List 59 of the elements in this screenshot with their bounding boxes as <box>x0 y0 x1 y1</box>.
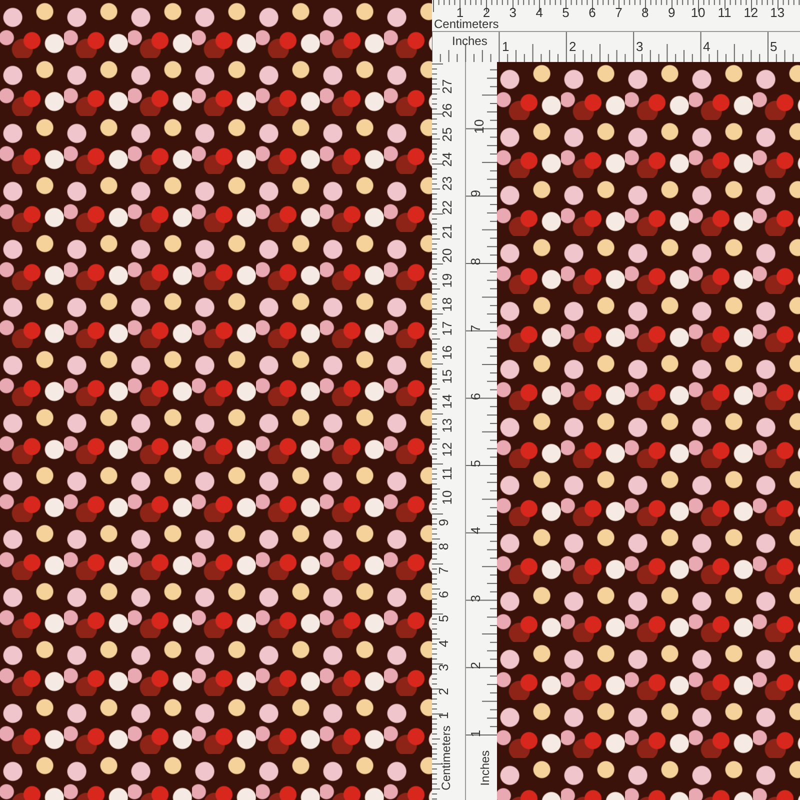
centimeter-number: 14 <box>440 394 454 408</box>
centimeter-number: 5 <box>562 6 570 19</box>
centimeter-number: 2 <box>437 688 450 696</box>
centimeter-number: 1 <box>456 6 464 19</box>
inch-number: 2 <box>469 662 482 670</box>
centimeter-number: 9 <box>668 6 676 19</box>
centimeter-number: 3 <box>437 664 450 671</box>
centimeter-number: 2 <box>482 6 490 19</box>
centimeter-number: 7 <box>615 6 622 19</box>
centimeter-number: 20 <box>440 248 454 264</box>
inch-number: 8 <box>469 258 482 265</box>
centimeter-number: 24 <box>440 152 454 166</box>
inch-number: 9 <box>469 190 482 198</box>
centimeter-number: 13 <box>440 418 454 433</box>
inch-number: 5 <box>770 40 778 53</box>
centimeter-number: 13 <box>770 6 785 19</box>
centimeter-number: 15 <box>440 370 454 384</box>
centimeter-number: 1 <box>437 712 450 720</box>
inch-number: 3 <box>636 40 644 53</box>
centimeter-number: 19 <box>440 272 454 288</box>
centimeters-label: Centimeters <box>434 18 499 30</box>
centimeter-number: 6 <box>588 6 596 19</box>
centimeter-number: 6 <box>437 591 450 598</box>
centimeter-number: 21 <box>440 224 454 239</box>
centimeter-number: 26 <box>440 103 454 118</box>
centimeter-number: 22 <box>440 200 454 215</box>
inch-number: 10 <box>472 119 486 134</box>
centimeter-number: 9 <box>437 518 450 526</box>
centimeter-number: 16 <box>440 345 454 360</box>
inch-number: 2 <box>569 40 576 53</box>
centimeter-number: 4 <box>437 639 450 647</box>
centimeter-number: 5 <box>437 615 450 622</box>
inch-number: 3 <box>469 594 482 602</box>
centimeter-number: 27 <box>440 79 454 94</box>
centimeter-number: 23 <box>440 176 454 191</box>
inches-label: Inches <box>479 749 491 788</box>
centimeter-number: 7 <box>437 566 450 574</box>
centimeter-number: 8 <box>437 542 450 550</box>
centimeter-number: 10 <box>440 490 454 506</box>
inch-number: 1 <box>469 729 482 737</box>
inch-number: 4 <box>703 40 710 53</box>
centimeter-number: 25 <box>440 128 454 142</box>
centimeter-number: 12 <box>744 6 758 19</box>
inches-label: Inches <box>452 35 488 47</box>
inch-number: 4 <box>469 527 482 534</box>
inch-number: 7 <box>469 325 482 332</box>
centimeter-number: 10 <box>690 6 706 19</box>
centimeter-number: 12 <box>440 442 454 457</box>
inch-number: 6 <box>469 392 482 400</box>
centimeter-number: 18 <box>440 297 454 312</box>
centimeter-number: 11 <box>718 6 732 19</box>
inch-number: 5 <box>469 460 482 468</box>
centimeters-label: Centimeters <box>440 724 452 792</box>
centimeter-number: 17 <box>440 321 454 336</box>
centimeter-number: 8 <box>642 6 649 19</box>
centimeter-number: 3 <box>509 6 516 19</box>
inch-number: 1 <box>502 40 510 53</box>
centimeter-number: 11 <box>440 466 454 480</box>
centimeter-number: 4 <box>536 6 543 19</box>
